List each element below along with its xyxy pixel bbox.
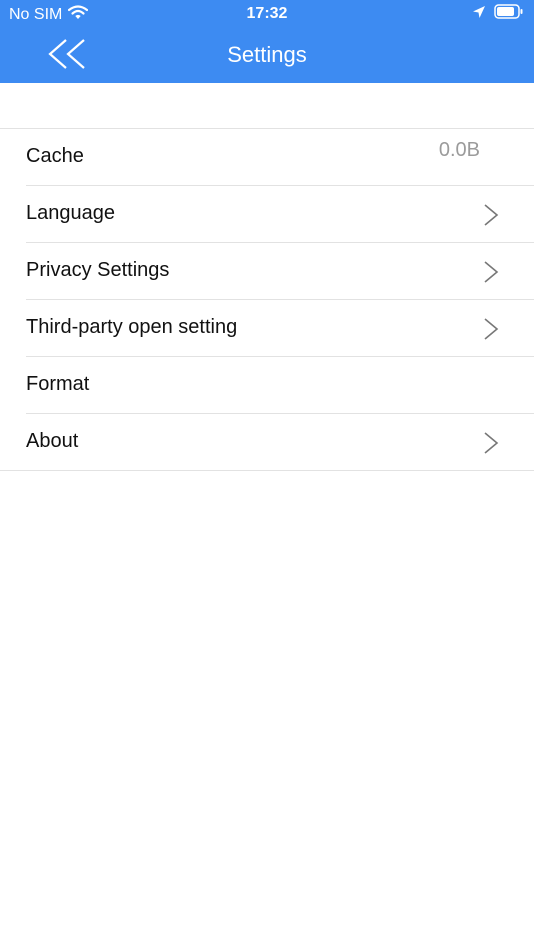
nav-bar: Settings xyxy=(0,28,534,83)
settings-row-third-party[interactable]: Third-party open setting xyxy=(26,300,534,357)
chevron-right-icon xyxy=(482,317,500,341)
location-arrow-icon xyxy=(472,5,486,24)
status-time: 17:32 xyxy=(246,5,288,22)
chevron-right-icon xyxy=(482,431,500,455)
page-title: Settings xyxy=(227,42,307,67)
settings-row-label: Third-party open setting xyxy=(26,316,238,338)
settings-row-label: About xyxy=(26,430,79,452)
chevron-right-icon xyxy=(482,203,500,227)
settings-row-language[interactable]: Language xyxy=(26,186,534,243)
header: No SIM 17:32 Settings xyxy=(0,0,534,83)
settings-row-label: Format xyxy=(26,373,90,395)
settings-list: Cache 0.0B Language Privacy Settings Thi… xyxy=(0,128,534,471)
settings-row-privacy[interactable]: Privacy Settings xyxy=(26,243,534,300)
cache-size-value: 0.0B xyxy=(438,139,480,161)
settings-row-label: Privacy Settings xyxy=(26,259,170,281)
settings-row-label: Language xyxy=(26,202,115,224)
status-right xyxy=(472,4,524,24)
settings-row-label: Cache xyxy=(26,145,84,167)
settings-row-format[interactable]: Format xyxy=(26,357,534,414)
settings-row-cache[interactable]: Cache 0.0B xyxy=(26,129,534,186)
status-bar: No SIM 17:32 xyxy=(0,0,534,28)
chevron-right-icon xyxy=(482,260,500,284)
battery-icon xyxy=(494,4,524,24)
settings-row-about[interactable]: About xyxy=(0,414,534,471)
